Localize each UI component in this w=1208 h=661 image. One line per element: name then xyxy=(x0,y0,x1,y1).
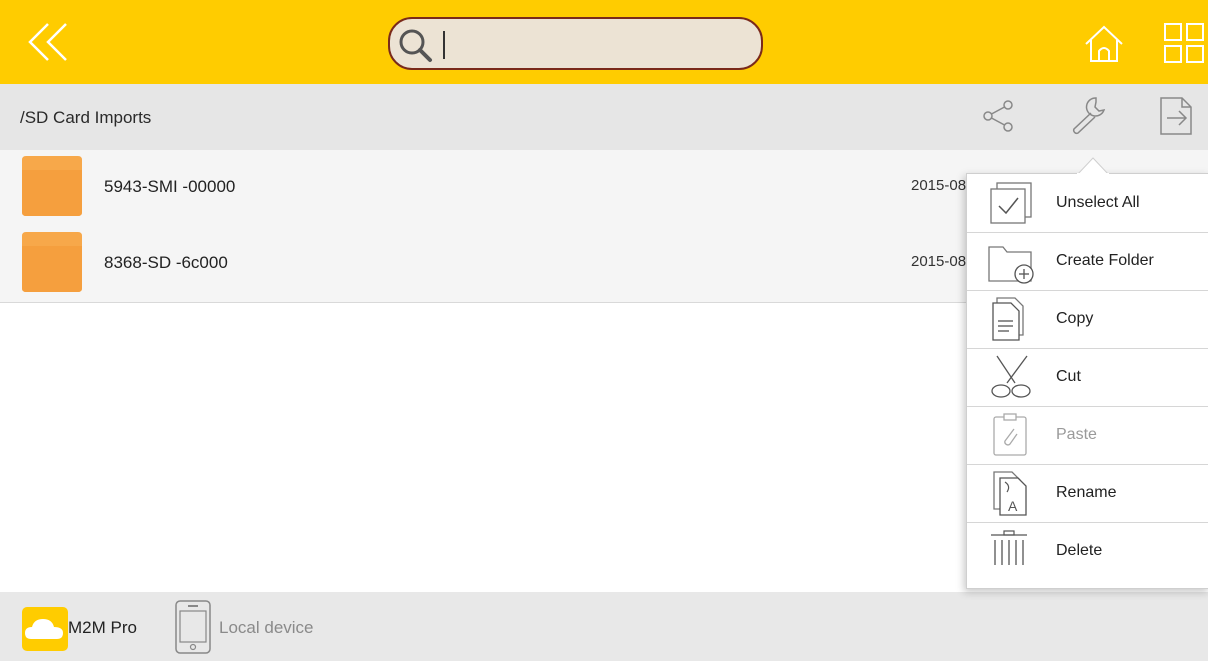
clipboard-icon xyxy=(993,413,1027,456)
home-icon[interactable] xyxy=(1083,23,1125,65)
context-menu: Unselect All Create Folder Copy Cut Past… xyxy=(966,157,1208,589)
folder-icon xyxy=(22,232,82,292)
search-box[interactable] xyxy=(388,17,763,70)
menu-item-label: Create Folder xyxy=(1056,252,1154,269)
file-date: 2015-08 xyxy=(911,253,967,270)
file-date: 2015-08 xyxy=(911,177,967,194)
folder-plus-icon xyxy=(988,246,1034,284)
path-bar: /SD Card Imports xyxy=(0,84,1208,150)
folder-icon xyxy=(22,156,82,216)
source-local-device[interactable]: Local device xyxy=(219,618,314,638)
menu-item-label: Copy xyxy=(1056,310,1094,327)
menu-item-label: Rename xyxy=(1056,484,1117,501)
menu-pointer xyxy=(1077,157,1109,175)
share-icon[interactable] xyxy=(980,98,1018,134)
search-icon xyxy=(399,29,432,62)
menu-item-unselect-all[interactable]: Unselect All xyxy=(967,174,1208,233)
text-caret xyxy=(443,31,445,59)
source-m2m-pro[interactable]: M2M Pro xyxy=(68,618,137,638)
menu-item-label: Cut xyxy=(1056,368,1081,385)
checkbox-icon xyxy=(990,182,1032,224)
double-chevron-left-icon[interactable] xyxy=(24,20,74,64)
phone-icon[interactable] xyxy=(175,600,211,654)
app-header xyxy=(0,0,1208,84)
svg-text:A: A xyxy=(1008,498,1018,514)
search-input[interactable] xyxy=(448,27,742,63)
file-name: 8368-SD -6c000 xyxy=(104,253,228,272)
trash-icon xyxy=(991,530,1027,565)
source-bar: M2M Pro Local device xyxy=(0,592,1208,661)
wrench-icon[interactable] xyxy=(1068,94,1108,136)
cloud-icon[interactable] xyxy=(22,607,68,651)
menu-item-rename[interactable]: A Rename xyxy=(967,464,1208,523)
file-name: 5943-SMI -00000 xyxy=(104,177,236,196)
menu-item-cut[interactable]: Cut xyxy=(967,348,1208,407)
copy-icon xyxy=(992,297,1024,341)
grid-icon[interactable] xyxy=(1163,22,1205,64)
menu-item-paste[interactable]: Paste xyxy=(967,406,1208,465)
menu-item-label: Paste xyxy=(1056,426,1097,443)
menu-item-delete[interactable]: Delete xyxy=(967,522,1208,580)
rename-icon: A xyxy=(993,471,1027,516)
menu-item-label: Delete xyxy=(1056,542,1103,559)
menu-item-create-folder[interactable]: Create Folder xyxy=(967,232,1208,291)
menu-item-copy[interactable]: Copy xyxy=(967,290,1208,349)
menu-item-label: Unselect All xyxy=(1056,194,1140,211)
current-path: /SD Card Imports xyxy=(20,108,152,127)
export-icon[interactable] xyxy=(1158,95,1194,137)
scissors-icon xyxy=(991,355,1031,398)
